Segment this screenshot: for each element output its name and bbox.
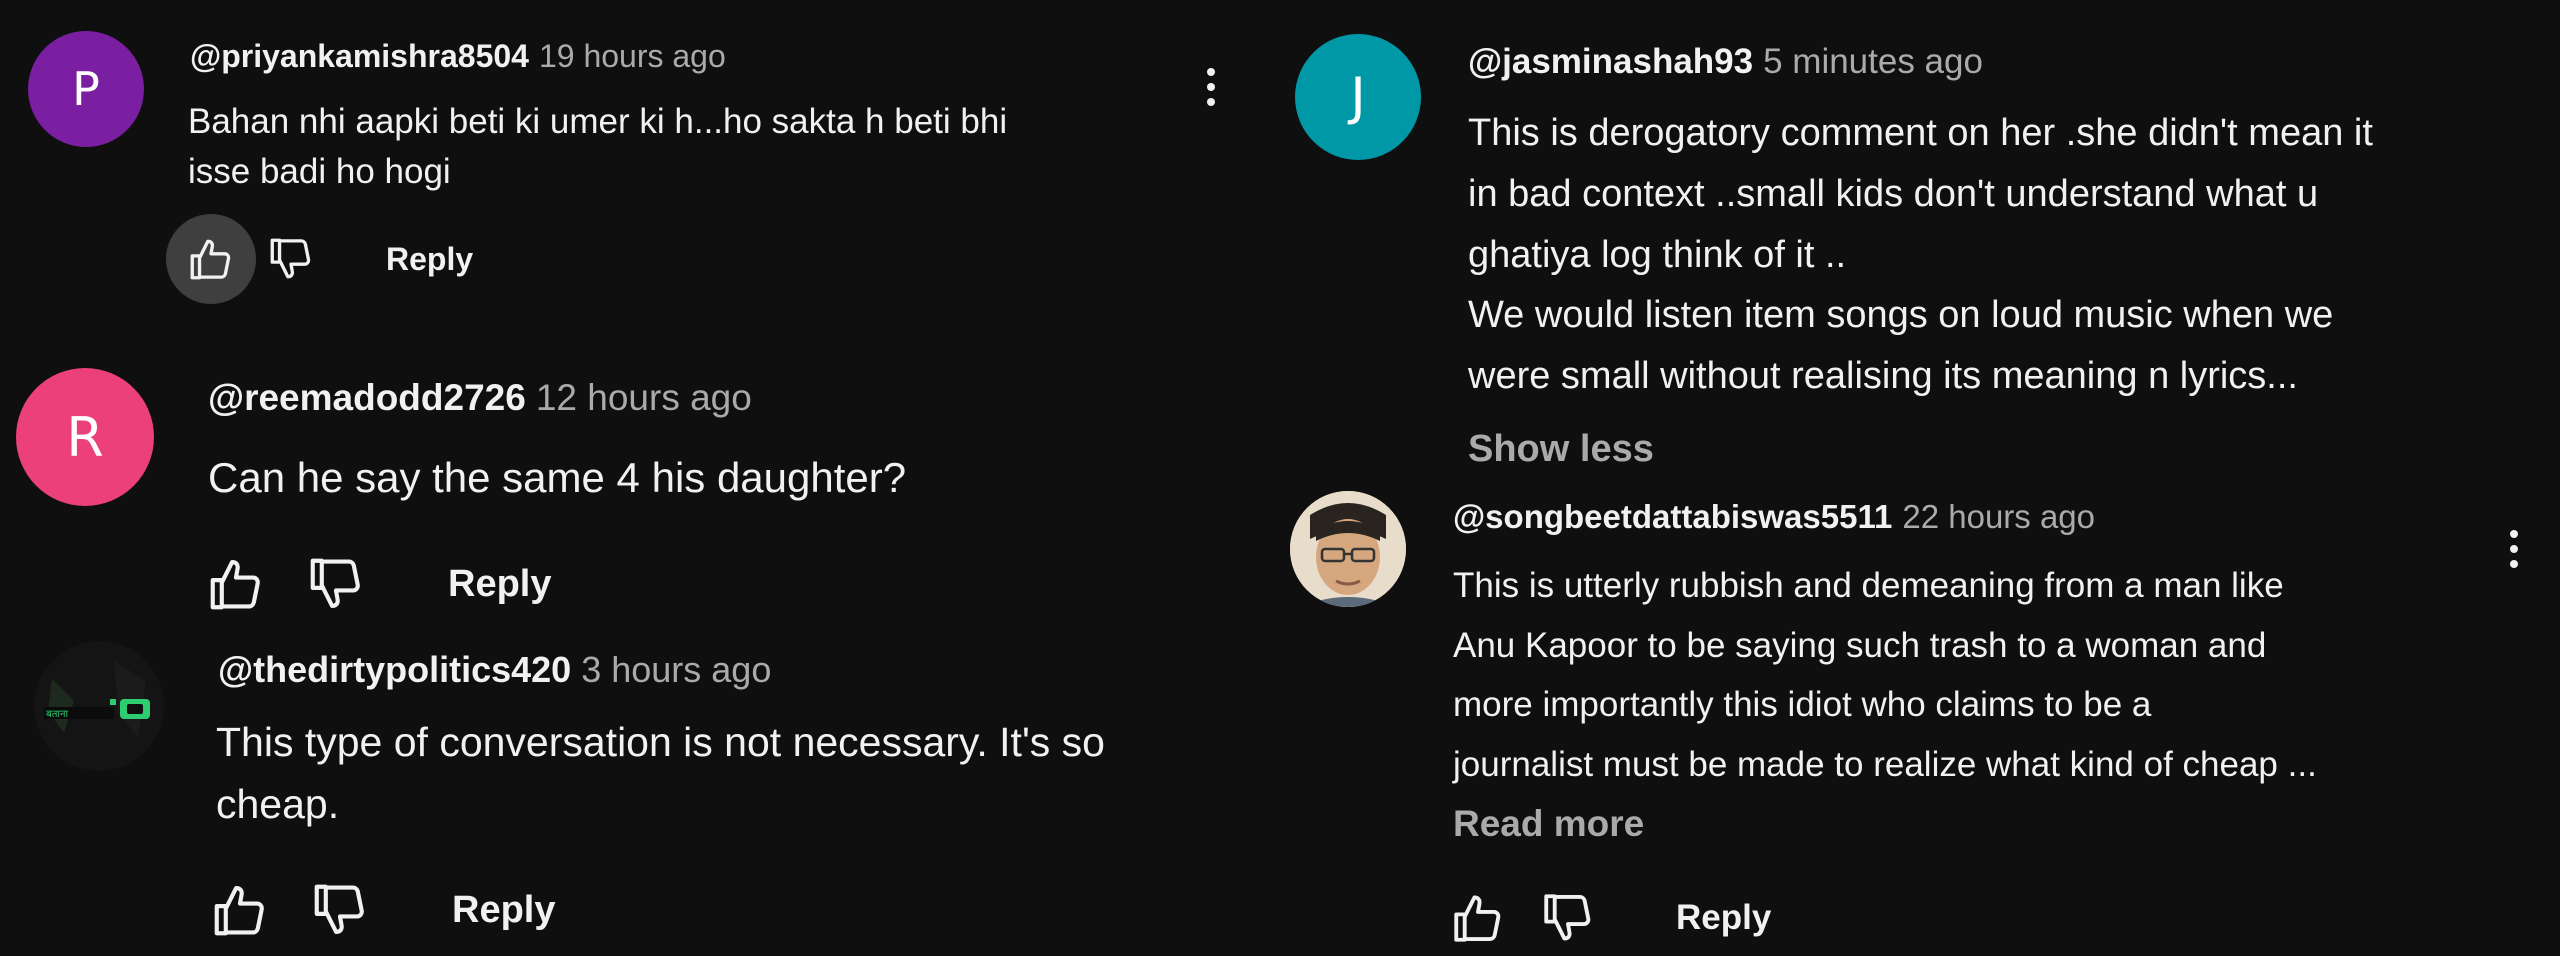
- avatar-letter: J: [1350, 67, 1366, 127]
- author-handle[interactable]: @thedirtypolitics420: [218, 649, 571, 690]
- comment-actions: Reply: [1440, 880, 1771, 956]
- comment-header: @reemadodd2726 12 hours ago: [208, 377, 752, 419]
- author-handle[interactable]: @songbeetdattabiswas5511: [1453, 498, 1892, 535]
- thumb-up-icon: [209, 879, 271, 941]
- channel-logo-icon: बताना: [34, 641, 164, 771]
- comment-time[interactable]: 3 hours ago: [581, 649, 771, 690]
- comment-text: This is derogatory comment on her .she d…: [1468, 103, 2553, 407]
- dislike-button[interactable]: [256, 224, 326, 294]
- avatar-letter: P: [72, 62, 100, 116]
- dislike-button[interactable]: [1530, 880, 1606, 956]
- comment-actions: Reply: [166, 214, 473, 304]
- reply-button[interactable]: Reply: [386, 241, 473, 278]
- comment-header: @jasminashah93 5 minutes ago: [1468, 42, 1983, 82]
- thumb-down-icon: [1539, 889, 1597, 947]
- comment-text: This is utterly rubbish and demeaning fr…: [1453, 556, 2503, 794]
- like-button[interactable]: [166, 214, 256, 304]
- comment-line: isse badi ho hogi: [188, 151, 451, 191]
- comment-time[interactable]: 22 hours ago: [1902, 498, 2095, 535]
- comment-line: in bad context ..small kids don't unders…: [1468, 172, 2319, 215]
- avatar-letter: R: [66, 405, 104, 469]
- thumb-down-icon: [305, 553, 367, 615]
- avatar[interactable]: [1290, 491, 1406, 607]
- thumb-down-icon: [309, 879, 371, 941]
- comment-time[interactable]: 5 minutes ago: [1763, 42, 1983, 81]
- comment-line: This type of conversation is not necessa…: [216, 719, 1105, 765]
- like-button[interactable]: [1440, 880, 1516, 956]
- reply-button[interactable]: Reply: [1676, 898, 1771, 938]
- comment-line: Bahan nhi aapki beti ki umer ki h...ho s…: [188, 102, 1008, 141]
- like-button[interactable]: [200, 870, 280, 950]
- comment-line: more importantly this idiot who claims t…: [1453, 685, 2152, 724]
- comment-header: @priyankamishra8504 19 hours ago: [190, 38, 726, 75]
- more-actions-icon[interactable]: [1191, 57, 1231, 117]
- like-button[interactable]: [196, 544, 276, 624]
- comment-text: Can he say the same 4 his daughter?: [208, 448, 1208, 508]
- comment-line: ghatiya log think of it ..: [1468, 233, 1847, 276]
- comment-text: Bahan nhi aapki beti ki umer ki h...ho s…: [188, 97, 1188, 196]
- thumb-down-icon: [266, 234, 316, 284]
- thumb-up-icon: [186, 234, 236, 284]
- thumb-up-icon: [1449, 889, 1507, 947]
- read-more-button[interactable]: Read more: [1453, 803, 1644, 845]
- comment-line: cheap.: [216, 780, 340, 827]
- comment-line: Can he say the same 4 his daughter?: [208, 454, 907, 501]
- comment-actions: Reply: [196, 544, 551, 624]
- avatar[interactable]: R: [16, 368, 154, 506]
- thumb-up-icon: [205, 553, 267, 615]
- comment-actions: Reply: [200, 870, 555, 950]
- comment-line: We would listen item songs on loud music…: [1468, 294, 2334, 337]
- more-actions-icon[interactable]: [2494, 519, 2534, 579]
- avatar[interactable]: P: [28, 31, 144, 147]
- dislike-button[interactable]: [296, 544, 376, 624]
- reply-button[interactable]: Reply: [448, 563, 551, 606]
- author-handle[interactable]: @jasminashah93: [1468, 42, 1753, 81]
- comment-time[interactable]: 19 hours ago: [539, 38, 726, 74]
- dislike-button[interactable]: [300, 870, 380, 950]
- comment-header: @songbeetdattabiswas5511 22 hours ago: [1453, 498, 2095, 536]
- comment-text: This type of conversation is not necessa…: [216, 712, 1256, 835]
- comment-line: journalist must be made to realize what …: [1453, 744, 2317, 784]
- comment-header: @thedirtypolitics420 3 hours ago: [218, 649, 771, 691]
- author-handle[interactable]: @priyankamishra8504: [190, 38, 529, 74]
- avatar[interactable]: J: [1295, 34, 1421, 160]
- comment-line: Anu Kapoor to be saying such trash to a …: [1453, 625, 2267, 665]
- show-less-button[interactable]: Show less: [1468, 428, 1654, 471]
- svg-text:बताना: बताना: [46, 709, 69, 720]
- comment-line: This is utterly rubbish and demeaning fr…: [1453, 566, 2284, 605]
- comment-line: This is derogatory comment on her .she d…: [1468, 112, 2373, 154]
- author-handle[interactable]: @reemadodd2726: [208, 377, 526, 418]
- comment-time[interactable]: 12 hours ago: [536, 377, 752, 418]
- reply-button[interactable]: Reply: [452, 889, 555, 932]
- avatar[interactable]: बताना: [34, 641, 164, 771]
- profile-photo-icon: [1290, 491, 1406, 607]
- comment-line: were small without realising its meaning…: [1468, 355, 2298, 398]
